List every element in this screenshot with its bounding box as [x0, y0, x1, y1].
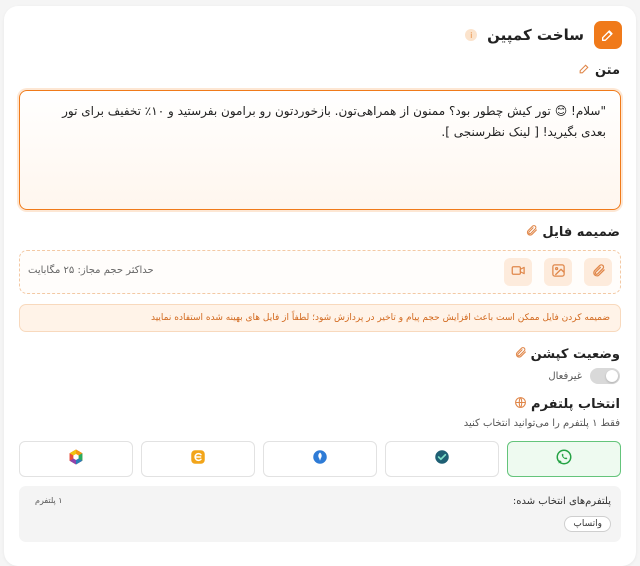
platform-option-rubika[interactable] [19, 441, 133, 477]
bale-icon [433, 448, 451, 470]
caption-toggle-row: غیرفعال [548, 368, 620, 384]
caption-status: غیرفعال [548, 370, 582, 382]
whatsapp-icon [555, 448, 573, 470]
attach-file-button[interactable] [584, 258, 612, 286]
toggle-knob [606, 370, 618, 382]
eitaa-icon [189, 448, 207, 470]
pencil-icon [578, 62, 591, 79]
message-textarea[interactable]: "سلام! 😊 تور کیش چطور بود؟ ممنون از همرا… [19, 90, 621, 210]
attachment-icon [591, 263, 606, 282]
page-header: ساخت کمپین i [465, 20, 622, 50]
attachment-warning: ضمیمه کردن فایل ممکن است باعث افزایش حجم… [19, 304, 621, 332]
message-text[interactable]: "سلام! 😊 تور کیش چطور بود؟ ممنون از همرا… [62, 104, 606, 139]
paperclip-icon [514, 346, 527, 363]
caption-label-text: وضعیت کپشن [530, 347, 620, 362]
max-size-hint: حداکثر حجم مجاز: ۲۵ مگابایت [28, 265, 154, 276]
edit-icon [594, 21, 622, 49]
platform-label: انتخاب پلتفرم [514, 396, 620, 413]
caption-label: وضعیت کپشن [514, 346, 620, 363]
paperclip-icon [525, 224, 538, 241]
platform-option-bale[interactable] [385, 441, 499, 477]
message-label-text: متن [594, 63, 620, 78]
platform-options [19, 441, 621, 477]
campaign-card: ساخت کمپین i متن "سلام! 😊 تور کیش چطور ب… [4, 6, 636, 566]
upload-area[interactable]: حداکثر حجم مجاز: ۲۵ مگابایت [19, 250, 621, 294]
attach-image-button[interactable] [544, 258, 572, 286]
platform-option-soroush[interactable] [263, 441, 377, 477]
selected-platforms-box: پلتفرم‌های انتخاب شده: ۱ پلتفرم واتساپ [19, 486, 621, 542]
attachment-label: ضمیمه فایل [525, 224, 620, 241]
rubika-icon [67, 448, 85, 470]
upload-buttons [504, 258, 612, 286]
platform-label-text: انتخاب پلتفرم [531, 397, 620, 412]
attachment-label-text: ضمیمه فایل [542, 225, 620, 240]
page-title: ساخت کمپین [487, 26, 584, 44]
warning-text: ضمیمه کردن فایل ممکن است باعث افزایش حجم… [150, 313, 610, 323]
globe-icon [514, 396, 527, 413]
message-label: متن [578, 62, 620, 79]
selected-platforms-title: پلتفرم‌های انتخاب شده: [512, 496, 611, 507]
platform-option-eitaa[interactable] [141, 441, 255, 477]
image-icon [551, 263, 566, 282]
attach-video-button[interactable] [504, 258, 532, 286]
video-icon [511, 263, 526, 282]
info-icon[interactable]: i [465, 29, 478, 41]
soroush-icon [311, 448, 329, 470]
platform-hint: فقط ۱ پلتفرم را می‌توانید انتخاب کنید [463, 418, 620, 429]
selected-platforms-count: ۱ پلتفرم [35, 496, 63, 505]
caption-toggle[interactable] [590, 368, 620, 384]
selected-platform-chip[interactable]: واتساپ [564, 516, 611, 532]
platform-option-whatsapp[interactable] [507, 441, 621, 477]
